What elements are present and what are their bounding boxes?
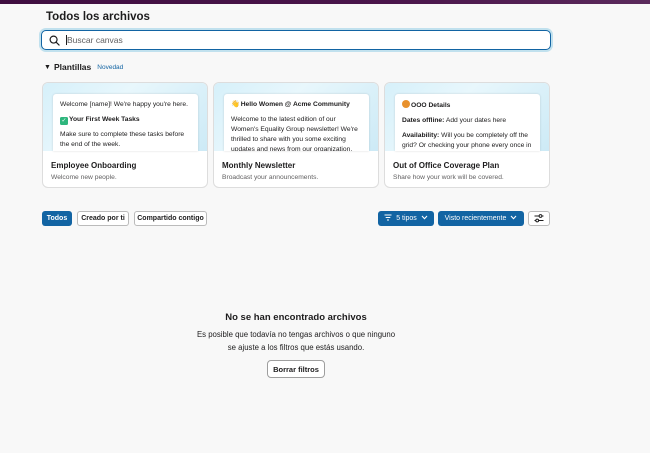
template-preview-doc: 👋Hello Women @ Acme Community Welcome to… [224,94,369,151]
preview-heading: 👋Hello Women @ Acme Community [231,101,350,108]
filter-created-by-you-button[interactable]: Creado por ti [77,211,129,226]
waving-hand-icon: 👋 [231,101,240,108]
filter-shared-with-you-button[interactable]: Compartido contigo [134,211,207,226]
preview-text: Welcome [name]! We're happy you're here. [60,101,188,108]
preview-heading: ✓ Your First Week Tasks [60,116,140,125]
empty-state-message: Es posible que todavía no tengas archivo… [196,330,396,352]
template-card-monthly-newsletter[interactable]: 👋Hello Women @ Acme Community Welcome to… [213,82,379,188]
palm-tree-icon [402,100,410,108]
types-filter-button[interactable]: 5 tipos [378,211,434,226]
filter-lines-icon [384,214,392,223]
search-input[interactable] [67,35,527,45]
search-box[interactable] [41,30,551,50]
filter-all-button[interactable]: Todos [42,211,72,226]
view-options-button[interactable] [528,211,550,226]
sliders-icon [534,210,544,228]
preview-text: Welcome to the latest edition of our Wom… [231,116,358,151]
sort-label: Visto recientemente [444,215,507,222]
template-preview-doc: Welcome [name]! We're happy you're here.… [53,94,198,151]
search-icon [49,34,61,46]
page-title: Todos los archivos [46,11,150,23]
template-preview-doc: OOO Details Dates offline: Add your date… [395,94,540,151]
preview-text: Availability: Will you be completely off… [402,132,532,149]
template-description: Share how your work will be covered. [393,174,504,181]
preview-text: Dates offline: Add your dates here [402,117,507,124]
template-description: Welcome new people. [51,174,117,181]
template-name: Out of Office Coverage Plan [393,161,500,170]
template-name: Employee Onboarding [51,161,137,170]
empty-state-title: No se han encontrado archivos [225,312,367,323]
chevron-down-icon [510,215,517,222]
new-badge: Novedad [97,63,124,71]
chevron-down-icon [421,215,428,222]
sort-button[interactable]: Visto recientemente [438,211,524,226]
template-preview: 👋Hello Women @ Acme Community Welcome to… [214,83,378,151]
types-filter-label: 5 tipos [396,215,417,222]
template-card-employee-onboarding[interactable]: Welcome [name]! We're happy you're here.… [42,82,208,188]
templates-label: Plantillas [53,62,92,72]
text-caret [66,35,67,45]
preview-heading: OOO Details [402,100,534,111]
window-top-bar [0,0,650,4]
preview-text: Make sure to complete these tasks before… [60,131,185,148]
caret-down-icon: ▼ [44,63,51,71]
template-preview: OOO Details Dates offline: Add your date… [385,83,549,151]
template-preview: Welcome [name]! We're happy you're here.… [43,83,207,151]
template-card-out-of-office[interactable]: OOO Details Dates offline: Add your date… [384,82,550,188]
clear-filters-button[interactable]: Borrar filtros [267,360,325,378]
templates-toggle[interactable]: ▼ Plantillas Novedad [44,62,123,72]
template-name: Monthly Newsletter [222,161,296,170]
check-mark-icon: ✓ [60,117,68,125]
template-description: Broadcast your announcements. [222,174,319,181]
